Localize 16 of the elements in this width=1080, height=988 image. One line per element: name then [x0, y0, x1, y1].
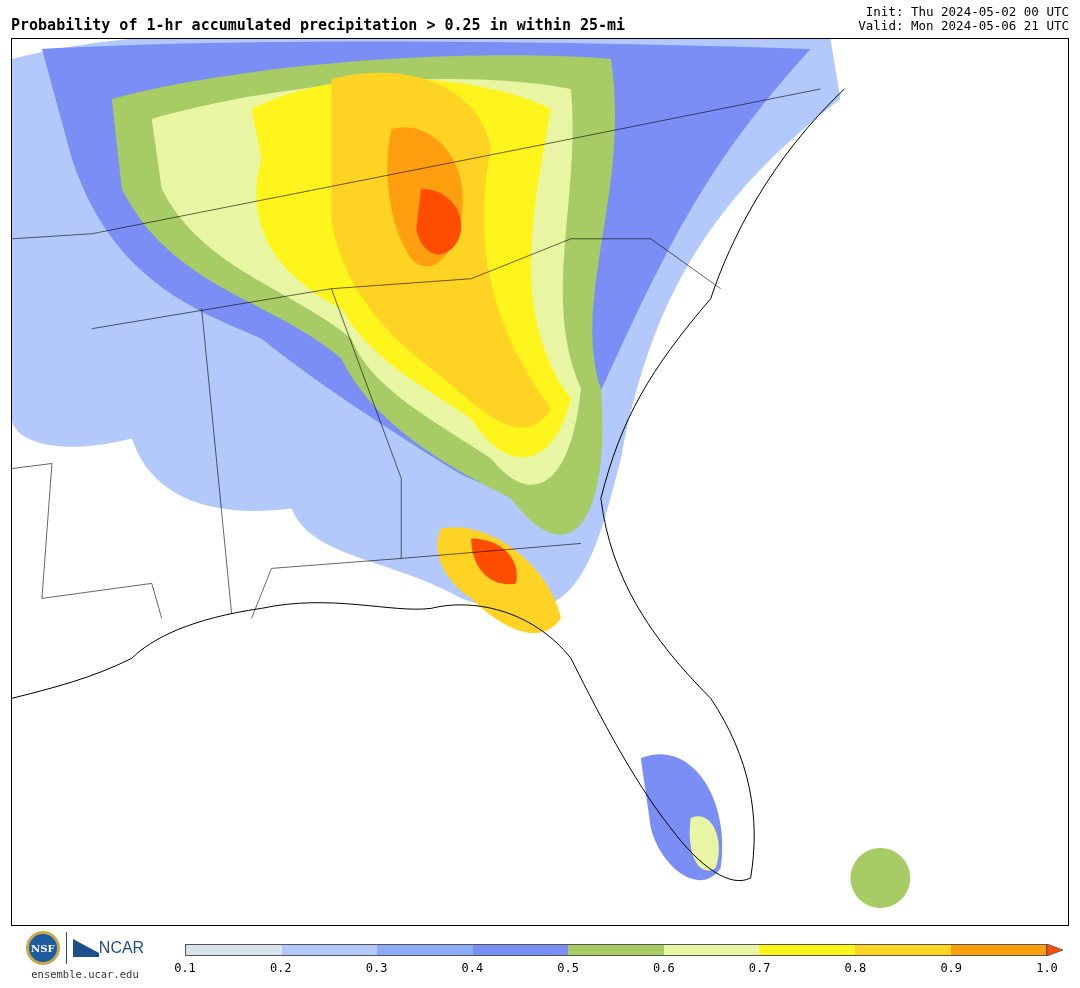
- chart-title: Probability of 1-hr accumulated precipitation > 0.25 in within 25-mi: [11, 18, 626, 33]
- scale-tick-label: 0.8: [844, 960, 867, 977]
- nsf-logo: NSF: [25, 931, 60, 965]
- valid-time: Valid: Mon 2024-05-06 21 UTC: [858, 19, 1069, 33]
- scale-tick-label: 0.6: [653, 960, 675, 977]
- scale-tick-label: 0.4: [461, 960, 484, 977]
- scale-tick-label: 1.0: [1036, 960, 1058, 977]
- ncar-logo: NCAR: [72, 936, 145, 960]
- scale-tick-label: 0.7: [748, 960, 771, 977]
- scale-tick-label: 0.3: [365, 960, 388, 977]
- init-time: Init: Thu 2024-05-02 00 UTC: [865, 5, 1069, 19]
- site-url: ensemble.ucar.edu: [31, 967, 139, 982]
- scale-tick-label: 0.9: [940, 960, 963, 977]
- scale-tick-label: 0.2: [269, 960, 292, 977]
- scale-tick-label: 0.1: [174, 960, 196, 977]
- scale-tick-label: 0.5: [557, 960, 579, 977]
